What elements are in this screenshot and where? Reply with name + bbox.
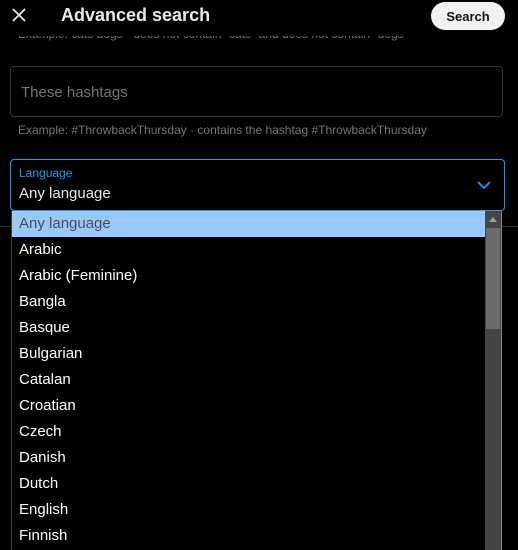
language-value: Any language [19,185,111,202]
language-option[interactable]: Bangla [12,289,486,315]
language-listbox[interactable]: Any language Arabic Arabic (Feminine) Bangl… [11,211,502,550]
language-option[interactable]: Danish [12,445,486,471]
chevron-down-icon [477,181,491,190]
language-option[interactable]: Catalan [12,367,486,393]
scroll-thumb[interactable] [486,228,500,329]
hashtags-hint: Example: #ThrowbackThursday · contains t… [18,123,427,137]
language-option[interactable]: Arabic (Feminine) [12,263,486,289]
language-select[interactable]: Language Any language [10,159,505,211]
language-option[interactable]: Czech [12,419,486,445]
page-title: Advanced search [61,5,211,25]
close-icon [12,8,26,22]
language-option[interactable]: Any language [12,211,486,237]
language-label: Language [19,166,73,180]
language-option[interactable]: Croatian [12,393,486,419]
language-option[interactable]: Finnish [12,523,486,549]
header: Advanced search Search [0,0,518,32]
close-button[interactable] [8,4,30,26]
scroll-up-arrow-icon [489,216,497,222]
language-option[interactable]: Dutch [12,471,486,497]
hashtags-input[interactable] [19,67,493,118]
language-option[interactable]: Bulgarian [12,341,486,367]
search-button[interactable]: Search [431,2,505,30]
scrollbar[interactable] [485,211,501,550]
hashtags-field[interactable] [10,66,503,118]
language-option[interactable]: English [12,497,486,523]
language-option[interactable]: Arabic [12,237,486,263]
scroll-up-button[interactable] [485,211,501,227]
language-option[interactable]: Basque [12,315,486,341]
